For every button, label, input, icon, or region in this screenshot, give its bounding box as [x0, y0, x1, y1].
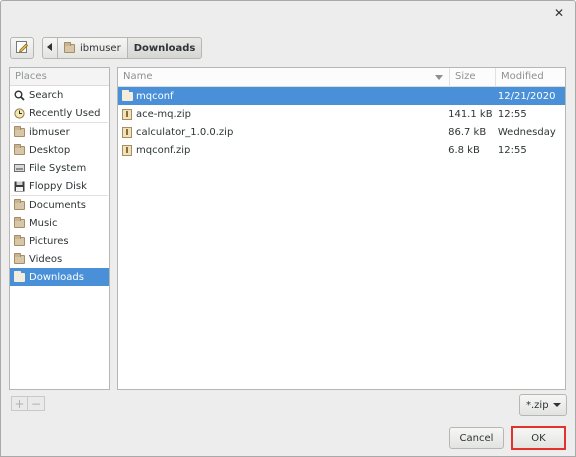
folder-icon	[13, 252, 25, 264]
drive-icon	[13, 163, 25, 173]
file-name: calculator_1.0.0.zip	[136, 126, 234, 138]
file-type-filter[interactable]: *.zip	[519, 394, 567, 416]
folder-icon	[121, 89, 133, 101]
place-label: Videos	[29, 253, 63, 265]
place-desktop[interactable]: Desktop	[10, 141, 109, 159]
column-modified[interactable]: Modified	[496, 68, 565, 86]
place-search[interactable]: Search	[10, 86, 109, 104]
crumb-label: Downloads	[133, 42, 196, 54]
place-recently-used[interactable]: Recently Used	[10, 104, 109, 122]
file-modified: 12/21/2020	[497, 90, 556, 102]
folder-icon	[64, 41, 75, 53]
zip-archive-icon	[122, 108, 132, 120]
place-floppy-disk[interactable]: Floppy Disk	[10, 177, 109, 195]
file-name: mqconf.zip	[136, 144, 191, 156]
file-name: ace-mq.zip	[136, 108, 192, 120]
place-label: Floppy Disk	[29, 180, 87, 192]
places-sidebar: Places Search Recently Used ibmuser Desk…	[9, 67, 110, 390]
floppy-icon	[13, 181, 25, 192]
crumb-downloads[interactable]: Downloads	[127, 37, 203, 59]
place-label: Desktop	[29, 144, 71, 156]
file-size: 6.8 kB	[448, 144, 480, 156]
place-label: Recently Used	[29, 107, 101, 119]
add-bookmark-button[interactable]: +	[11, 396, 28, 411]
file-size: 86.7 kB	[448, 126, 487, 138]
place-label: Documents	[29, 199, 87, 211]
file-row-ace-mq-zip[interactable]: ace-mq.zip 141.1 kB 12:55	[118, 105, 565, 123]
chevron-down-icon	[553, 403, 561, 407]
place-label: ibmuser	[29, 126, 70, 138]
zip-archive-icon	[122, 126, 132, 138]
edit-location-button[interactable]	[10, 37, 34, 59]
file-row-mqconf[interactable]: mqconf 12/21/2020	[118, 87, 565, 105]
close-icon[interactable]: ✕	[552, 6, 566, 20]
place-ibmuser[interactable]: ibmuser	[10, 123, 109, 141]
chevron-left-icon	[47, 42, 53, 54]
file-list-header: Name Size Modified	[118, 68, 565, 87]
file-row-calculator-zip[interactable]: calculator_1.0.0.zip 86.7 kB Wednesday	[118, 123, 565, 141]
crumb-label: ibmuser	[80, 42, 121, 54]
ok-button[interactable]: OK	[511, 426, 566, 450]
place-pictures[interactable]: Pictures	[10, 232, 109, 250]
place-file-system[interactable]: File System	[10, 159, 109, 177]
remove-bookmark-button[interactable]: −	[28, 396, 45, 411]
file-modified: Wednesday	[497, 126, 556, 138]
home-folder-icon	[13, 125, 25, 137]
place-label: Search	[29, 89, 64, 101]
path-bar: ibmuser Downloads	[10, 37, 203, 59]
sort-descending-icon	[435, 75, 443, 80]
pencil-icon	[15, 40, 29, 57]
place-videos[interactable]: Videos	[10, 250, 109, 268]
bookmark-buttons: + −	[11, 396, 45, 411]
place-downloads[interactable]: Downloads	[10, 268, 109, 286]
folder-icon	[13, 216, 25, 228]
folder-icon	[13, 198, 25, 210]
place-label: File System	[29, 162, 87, 174]
file-name: mqconf	[136, 90, 174, 102]
crumb-ibmuser[interactable]: ibmuser	[58, 37, 128, 59]
zip-archive-icon	[122, 144, 132, 156]
filter-value: *.zip	[526, 399, 549, 411]
search-icon	[13, 90, 25, 101]
path-back-button[interactable]	[42, 37, 58, 59]
cancel-button[interactable]: Cancel	[449, 427, 504, 449]
place-music[interactable]: Music	[10, 214, 109, 232]
file-modified: 12:55	[497, 144, 527, 156]
file-chooser-dialog: ✕ ibmuser Downloads Places Search Recent…	[0, 0, 576, 457]
file-size: 141.1 kB	[448, 108, 493, 120]
file-row-mqconf-zip[interactable]: mqconf.zip 6.8 kB 12:55	[118, 141, 565, 159]
place-label: Pictures	[29, 235, 69, 247]
place-label: Music	[29, 217, 58, 229]
folder-icon	[13, 234, 25, 246]
place-documents[interactable]: Documents	[10, 196, 109, 214]
file-modified: 12:55	[497, 108, 527, 120]
file-list: Name Size Modified mqconf 12/21/2020 ace…	[117, 67, 566, 390]
folder-icon	[13, 143, 25, 155]
column-size[interactable]: Size	[450, 68, 496, 86]
clock-icon	[13, 107, 25, 119]
place-label: Downloads	[29, 271, 84, 283]
places-header: Places	[10, 68, 109, 86]
folder-icon	[13, 270, 25, 282]
column-name[interactable]: Name	[118, 68, 450, 86]
